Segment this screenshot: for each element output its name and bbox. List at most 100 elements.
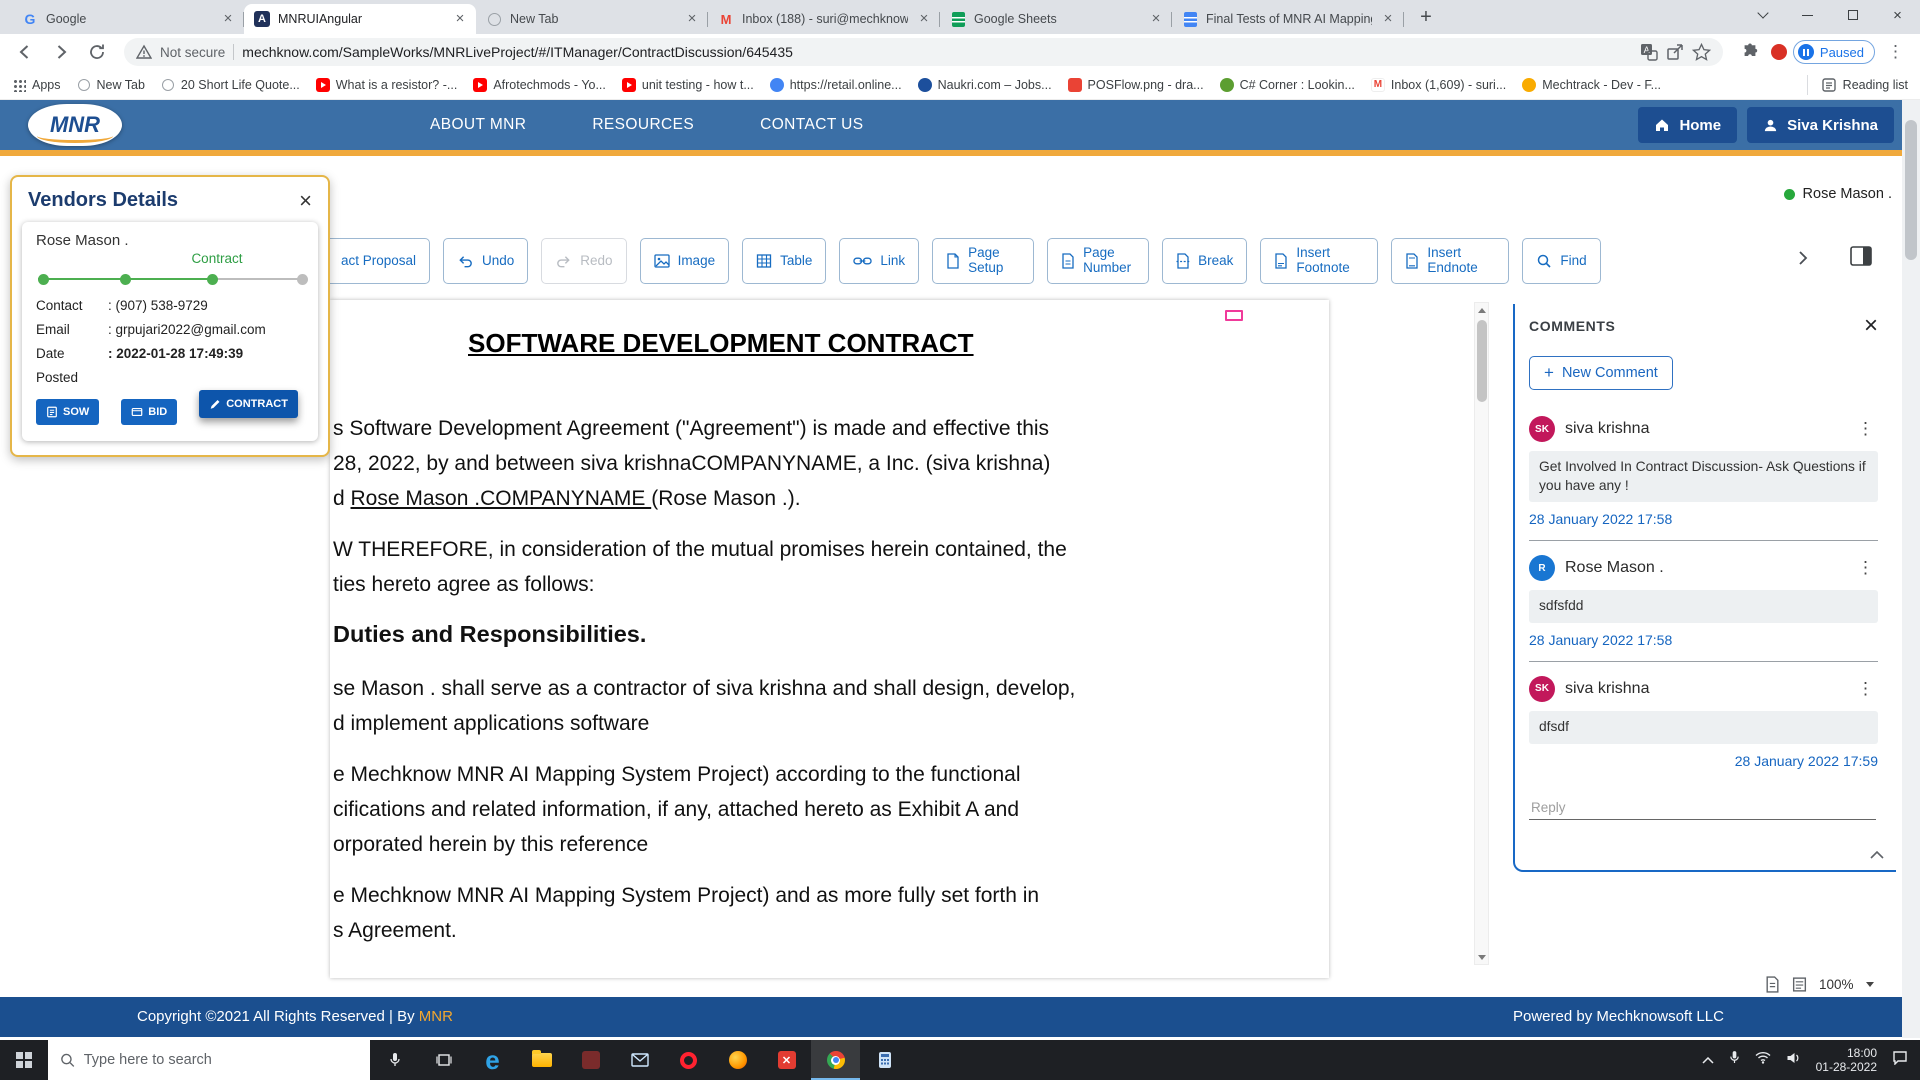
sow-button[interactable]: SOW [36,399,99,425]
notification-center-icon[interactable] [1892,1051,1908,1070]
bookmark-item[interactable]: New Tab [77,78,145,92]
close-window-button[interactable]: × [1875,0,1920,30]
reload-icon[interactable] [82,37,112,67]
scrollbar-thumb[interactable] [1477,320,1487,402]
tab-search-icon[interactable] [1740,0,1785,30]
calculator-icon[interactable] [860,1040,909,1080]
tab-close-icon[interactable]: × [1148,11,1164,27]
mail-icon[interactable] [615,1040,664,1080]
extension-badge-icon[interactable] [1771,44,1787,60]
bookmark-star-icon[interactable] [1692,43,1711,61]
translate-icon[interactable]: A [1640,43,1658,61]
tab-close-icon[interactable]: × [916,11,932,27]
comment-menu-icon[interactable]: ⋮ [1853,419,1878,439]
comment-menu-icon[interactable]: ⋮ [1853,558,1878,578]
footer-brand-link[interactable]: MNR [419,1008,453,1025]
find-button[interactable]: Find [1522,238,1600,284]
chrome-icon[interactable] [811,1040,860,1080]
tab-google-s heets[interactable]: Google Sheets × [940,4,1172,34]
comment-menu-icon[interactable]: ⋮ [1853,679,1878,699]
nav-about-mnr[interactable]: ABOUT MNR [430,116,526,134]
home-button[interactable]: Home [1638,107,1737,143]
tray-expand-icon[interactable] [1702,1051,1714,1069]
taskbar-clock[interactable]: 18:00 01-28-2022 [1816,1046,1877,1074]
reply-input[interactable] [1529,796,1876,820]
taskbar-search-input[interactable] [84,1052,358,1068]
insert-break-button[interactable]: Break [1162,238,1247,284]
mnr-logo[interactable]: MNR [28,104,122,146]
toolbar-overflow-chevron-icon[interactable] [1798,250,1808,271]
forward-icon[interactable] [46,37,76,67]
apps-shortcut[interactable]: Apps [12,78,61,92]
url-text[interactable]: mechknow.com/SampleWorks/MNRLiveProject/… [242,44,1632,60]
task-view-icon[interactable] [419,1040,468,1080]
side-panel-toggle-icon[interactable] [1850,246,1872,271]
tab-close-icon[interactable]: × [452,11,468,27]
maximize-button[interactable] [1830,0,1875,30]
sync-paused-badge[interactable]: Paused [1793,40,1875,64]
insert-link-button[interactable]: Link [839,238,919,284]
tray-mic-icon[interactable] [1729,1050,1740,1070]
taskbar-search[interactable] [48,1040,370,1080]
print-layout-icon[interactable] [1765,976,1780,993]
extensions-puzzle-icon[interactable] [1735,37,1765,67]
document-scrollbar[interactable] [1474,302,1489,965]
document-page[interactable]: SOFTWARE DEVELOPMENT CONTRACT s Software… [330,300,1329,978]
new-tab-button[interactable]: + [1412,3,1440,31]
bookmark-item[interactable]: Mechtrack - Dev - F... [1522,78,1661,92]
comments-close-icon[interactable]: × [1864,315,1878,337]
volume-icon[interactable] [1786,1051,1801,1069]
user-button[interactable]: Siva Krishna [1747,107,1894,143]
tab-google[interactable]: G Google × [12,4,244,34]
insert-footnote-button[interactable]: Insert Footnote [1260,238,1378,284]
new-comment-button[interactable]: + New Comment [1529,356,1673,390]
tab-google-docs[interactable]: Final Tests of MNR AI Mapping S × [1172,4,1404,34]
undo-button[interactable]: Undo [443,238,528,284]
tab-gmail-inbox[interactable]: M Inbox (188) - suri@mechknowso × [708,4,940,34]
bookmark-item[interactable]: MInbox (1,609) - suri... [1371,78,1506,92]
redo-button[interactable]: Redo [541,238,626,284]
network-icon[interactable] [1755,1051,1771,1069]
contract-button[interactable]: CONTRACT [199,390,298,418]
address-bar[interactable]: Not secure mechknow.com/SampleWorks/MNRL… [124,38,1723,66]
reading-list-button[interactable]: Reading list [1807,75,1908,95]
nav-contact-us[interactable]: CONTACT US [760,116,863,134]
tab-close-icon[interactable]: × [220,11,236,27]
web-layout-icon[interactable] [1792,976,1807,993]
tab-close-icon[interactable]: × [1380,11,1396,27]
tab-new-tab[interactable]: New Tab × [476,4,708,34]
vendor-stage-slider[interactable] [38,272,302,286]
zoom-caret-icon[interactable] [1866,982,1874,987]
bookmark-item[interactable]: C# Corner : Lookin... [1220,78,1355,92]
bookmark-item[interactable]: 20 Short Life Quote... [161,78,300,92]
page-number-button[interactable]: Page Number [1047,238,1149,284]
tab-mnruiangular[interactable]: A MNRUIAngular × [244,4,476,34]
cortana-mic-icon[interactable] [370,1040,419,1080]
bookmark-item[interactable]: POSFlow.png - dra... [1068,78,1204,92]
security-label[interactable]: Not secure [160,45,225,60]
insert-table-button[interactable]: Table [742,238,826,284]
insert-image-button[interactable]: Image [640,238,730,284]
scroll-up-icon[interactable] [1475,303,1488,317]
opera-icon[interactable] [664,1040,713,1080]
scroll-down-icon[interactable] [1475,950,1488,964]
back-icon[interactable] [10,37,40,67]
bookmark-item[interactable]: unit testing - how t... [622,78,754,92]
bookmark-item[interactable]: https://retail.online... [770,78,902,92]
insert-endnote-button[interactable]: Insert Endnote [1391,238,1509,284]
edge-icon[interactable]: e [468,1040,517,1080]
scrollbar-thumb[interactable] [1905,120,1917,260]
page-setup-button[interactable]: Page Setup [932,238,1034,284]
bookmark-item[interactable]: Afrotechmods - Yo... [473,78,606,92]
tab-close-icon[interactable]: × [684,11,700,27]
zoom-level[interactable]: 100% [1819,977,1854,992]
red-app-icon[interactable]: ✕ [762,1040,811,1080]
chrome-menu-icon[interactable]: ⋮ [1881,42,1910,62]
start-button[interactable] [0,1040,48,1080]
collapse-panel-icon[interactable] [1870,846,1884,864]
file-explorer-icon[interactable] [517,1040,566,1080]
firefox-icon[interactable] [713,1040,762,1080]
comment-anchor-marker[interactable] [1225,310,1243,321]
store-app-icon[interactable] [566,1040,615,1080]
page-scrollbar[interactable] [1902,100,1920,1038]
